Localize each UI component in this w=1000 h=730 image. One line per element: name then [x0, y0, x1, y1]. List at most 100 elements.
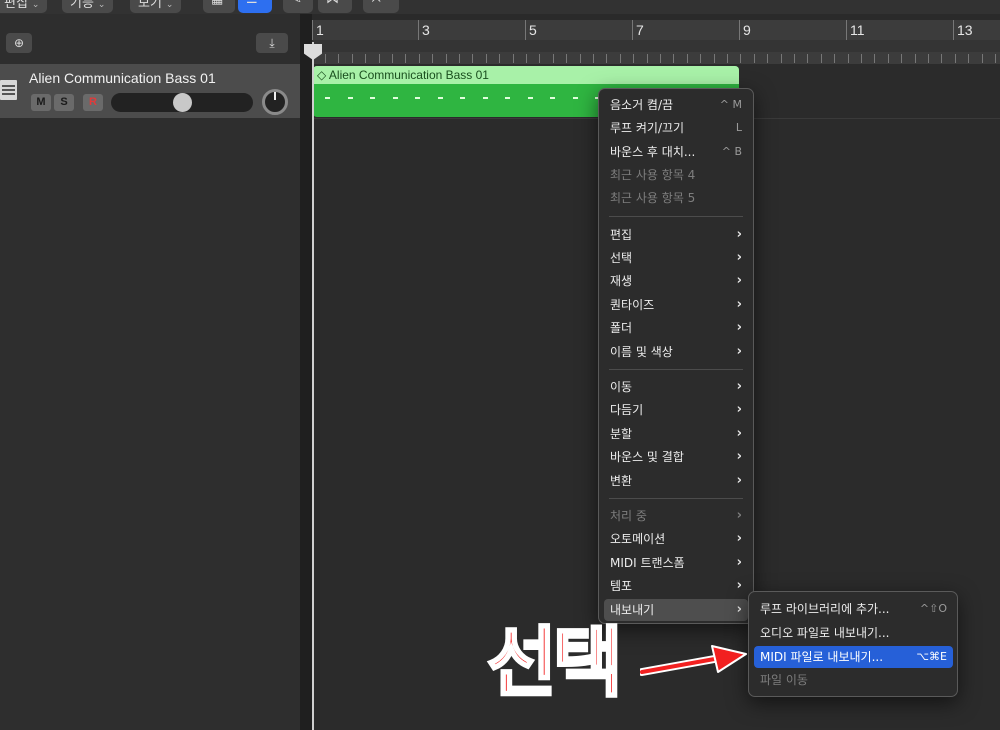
menu-item-loop-toggle[interactable]: 루프 켜기/끄기 L [604, 117, 748, 139]
edit-menu-button[interactable]: 편집 ⌄ [0, 0, 48, 13]
menu-item-name-color[interactable]: 이름 및 색상 › [604, 341, 748, 363]
ruler-tick [526, 54, 527, 63]
submenu-item-export-audio[interactable]: 오디오 파일로 내보내기... [754, 622, 953, 644]
add-track-icon: ⊕ [13, 36, 25, 50]
hourglass-icon: ⋈ [326, 0, 339, 7]
chevron-right-icon: › [736, 402, 742, 417]
menu-item-recent-4: 최근 사용 항목 4 [610, 168, 696, 182]
grid-view-button[interactable]: ▦ [203, 0, 235, 13]
menu-item-edit[interactable]: 편집 › [604, 224, 748, 246]
midi-note [573, 97, 578, 99]
submenu-item-add-to-loop-library[interactable]: 루프 라이브러리에 추가... ^⇧O [754, 598, 953, 620]
ruler-tick [338, 54, 339, 63]
chevron-right-icon: › [736, 578, 742, 593]
ruler-bar-mark [418, 20, 419, 40]
flex-tool-button[interactable]: ⋈ [318, 0, 352, 13]
functions-menu-button[interactable]: 기능 ⌄ [62, 0, 114, 13]
add-track-button[interactable]: ⊕ [6, 33, 32, 53]
playhead-line[interactable] [312, 42, 314, 730]
mute-button[interactable]: M [31, 94, 51, 111]
download-button[interactable]: ⤓ [256, 33, 288, 53]
midi-note [325, 97, 330, 99]
chevron-right-icon: › [736, 379, 742, 394]
ruler-tick [566, 54, 567, 63]
ruler-bar-mark [739, 20, 740, 40]
menu-item-bounce-join[interactable]: 바운스 및 결합 › [604, 446, 748, 468]
ruler-bar-mark [953, 20, 954, 40]
ruler-tick [888, 54, 889, 63]
chevron-right-icon: › [736, 602, 742, 617]
ruler-tick [807, 54, 808, 63]
bar-ruler[interactable]: 1 3 5 7 9 11 13 [312, 20, 1000, 64]
menu-item-tempo[interactable]: 템포 › [604, 575, 748, 597]
ruler-bar-label: 3 [422, 22, 430, 38]
download-icon: ⤓ [269, 36, 275, 50]
ruler-tick [995, 54, 996, 63]
ruler-tick [727, 54, 728, 63]
ruler-tick [660, 54, 661, 63]
ruler-tick [593, 54, 594, 63]
menu-item-export[interactable]: 내보내기 › [604, 599, 748, 621]
ruler-tick [874, 54, 875, 63]
menu-item-split[interactable]: 분할 › [604, 423, 748, 445]
ruler-tick [848, 54, 849, 63]
menu-item-bounce-replace[interactable]: 바운스 후 대치... ^ B [604, 141, 748, 163]
pencil-tool-button[interactable]: ✎ [283, 0, 313, 13]
ruler-tick [606, 54, 607, 63]
ruler-tick [821, 54, 822, 63]
ruler-tick [740, 54, 741, 63]
chevron-right-icon: › [736, 531, 742, 546]
chevron-right-icon: › [736, 297, 742, 312]
midi-note [550, 97, 555, 99]
ruler-bar-mark [525, 20, 526, 40]
list-icon: ☰ [246, 0, 258, 7]
midi-note [505, 97, 510, 99]
region-context-menu: 음소거 켬/끔 ^ M 루프 켜기/끄기 L 바운스 후 대치... ^ B 최근 사… [598, 88, 754, 624]
grid-icon: ▦ [211, 0, 223, 7]
snap-icon: ›‹ [371, 0, 381, 7]
ruler-tick [834, 54, 835, 63]
chevron-right-icon: › [736, 344, 742, 359]
ruler-tick [620, 54, 621, 63]
ruler-tick [472, 54, 473, 63]
list-view-button[interactable]: ☰ [238, 0, 272, 13]
volume-slider-knob[interactable] [173, 93, 192, 112]
ruler-tick [915, 54, 916, 63]
menu-item-automation[interactable]: 오토메이션 › [604, 528, 748, 550]
ruler-tick [982, 54, 983, 63]
pane-divider[interactable] [300, 14, 312, 730]
menu-item-midi-transform[interactable]: MIDI 트랜스폼 › [604, 552, 748, 574]
snap-button[interactable]: ›‹ [363, 0, 399, 13]
menu-item-folder[interactable]: 폴더 › [604, 317, 748, 339]
region-title: ◇ Alien Communication Bass 01 [313, 66, 739, 84]
menu-item-quantize[interactable]: 퀀타이즈 › [604, 294, 748, 316]
menu-separator [609, 216, 743, 217]
menu-item-move[interactable]: 이동 › [604, 376, 748, 398]
menu-item-select[interactable]: 선택 › [604, 247, 748, 269]
pan-knob[interactable] [262, 89, 288, 115]
menu-separator [609, 369, 743, 370]
midi-note [348, 97, 353, 99]
ruler-tick [714, 54, 715, 63]
solo-button[interactable]: S [54, 94, 74, 111]
ruler-tick [955, 54, 956, 63]
ruler-tick [647, 54, 648, 63]
submenu-item-export-midi[interactable]: MIDI 파일로 내보내기... ⌥⌘E [754, 646, 953, 668]
ruler-band [312, 40, 1000, 52]
ruler-bar-label: 1 [316, 22, 324, 38]
ruler-tick [365, 54, 366, 63]
ruler-tick [513, 54, 514, 63]
menu-item-trim[interactable]: 다듬기 › [604, 399, 748, 421]
chevron-right-icon: › [736, 273, 742, 288]
pencil-icon: ✎ [291, 0, 302, 7]
record-button[interactable]: R [83, 94, 103, 111]
submenu-item-move-file: 파일 이동 [760, 673, 808, 687]
menu-item-mute-toggle[interactable]: 음소거 켬/끔 ^ M [604, 94, 748, 116]
view-menu-button[interactable]: 보기 ⌄ [130, 0, 182, 13]
menu-item-convert[interactable]: 변환 › [604, 470, 748, 492]
ruler-tick [673, 54, 674, 63]
ruler-tick [459, 54, 460, 63]
ruler-tick [499, 54, 500, 63]
menu-item-playback[interactable]: 재생 › [604, 270, 748, 292]
ruler-tick [405, 54, 406, 63]
